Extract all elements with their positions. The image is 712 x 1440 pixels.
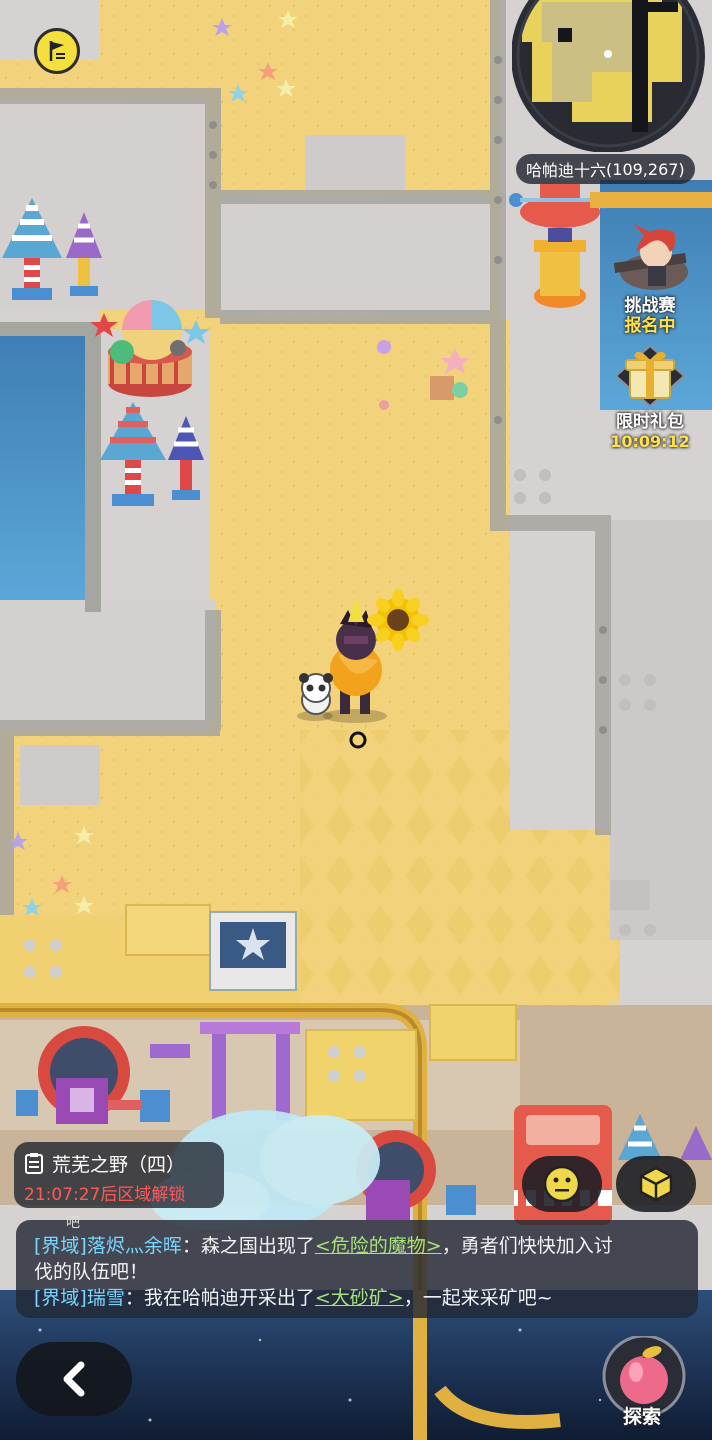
chat-message-1-continued: 伐的队伍吧！: [34, 1261, 149, 1283]
chat-text: ：我在哈帕迪开采出了: [124, 1287, 315, 1309]
chat-text: ，勇者们快快加入讨: [441, 1235, 613, 1257]
inventory-button[interactable]: [616, 1156, 696, 1212]
game-world[interactable]: 哈帕迪十六 (109,267) 挑战赛 报名中 限时礼包 10:09:12 荒芜…: [0, 0, 712, 1440]
panda-pet[interactable]: [297, 673, 333, 721]
challenge-character-icon: [613, 224, 688, 290]
back-button[interactable]: [16, 1342, 132, 1416]
gift-timer: 10:09:12: [610, 432, 690, 451]
zone-name: 荒芜之野（四）: [52, 1154, 186, 1176]
zone-info-panel[interactable]: 荒芜之野（四） 21:07:27后区域解锁: [14, 1142, 224, 1208]
chat-channel: [界域]: [34, 1287, 87, 1309]
explore-label: 探索: [622, 1406, 661, 1428]
challenge-event-button[interactable]: 挑战赛 报名中: [604, 222, 696, 336]
flag-icon: [49, 41, 65, 61]
location-label: 哈帕迪十六 (109,267): [516, 154, 695, 184]
chat-message-2[interactable]: [界域]瑞雪：我在哈帕迪开采出了<大砂矿>，一起来采矿吧~: [34, 1285, 553, 1311]
chat-sender[interactable]: 瑞雪: [87, 1287, 125, 1309]
chat-sender[interactable]: 落烬灬余晖: [87, 1235, 182, 1257]
gift-event-button[interactable]: 限时礼包 10:09:12: [604, 344, 696, 451]
chat-message-1[interactable]: [界域]落烬灬余晖：森之国出现了<危险的魔物>，勇者们快快加入讨: [34, 1233, 613, 1259]
chat-channel: [界域]: [34, 1235, 87, 1257]
chat-link[interactable]: <危险的魔物>: [315, 1235, 442, 1257]
cube-icon: [639, 1166, 673, 1202]
chat-text: ，一起来采矿吧~: [403, 1287, 553, 1309]
back-arrow-icon: [63, 1361, 85, 1397]
chat-link[interactable]: <大砂矿>: [315, 1287, 404, 1309]
explore-button[interactable]: 探索: [600, 1334, 690, 1428]
clipboard-icon: [25, 1153, 43, 1174]
location-coordinates: (109,267): [606, 159, 685, 179]
location-name: 哈帕迪十六: [526, 161, 607, 180]
flag-button[interactable]: [34, 28, 80, 74]
challenge-status: 报名中: [624, 316, 676, 336]
minimap[interactable]: [511, 0, 708, 153]
zone-unlock-timer: 21:07:27后区域解锁: [24, 1185, 186, 1205]
gift-title: 限时礼包: [616, 412, 684, 432]
gift-box-icon: [614, 344, 686, 408]
chat-text: ：森之国出现了: [181, 1235, 315, 1257]
smiley-icon: [543, 1165, 581, 1203]
water-pool-left: [0, 335, 85, 600]
chat-partial-label: 吧: [66, 1215, 80, 1231]
emote-button[interactable]: [522, 1156, 602, 1212]
challenge-title: 挑战赛: [624, 296, 676, 316]
